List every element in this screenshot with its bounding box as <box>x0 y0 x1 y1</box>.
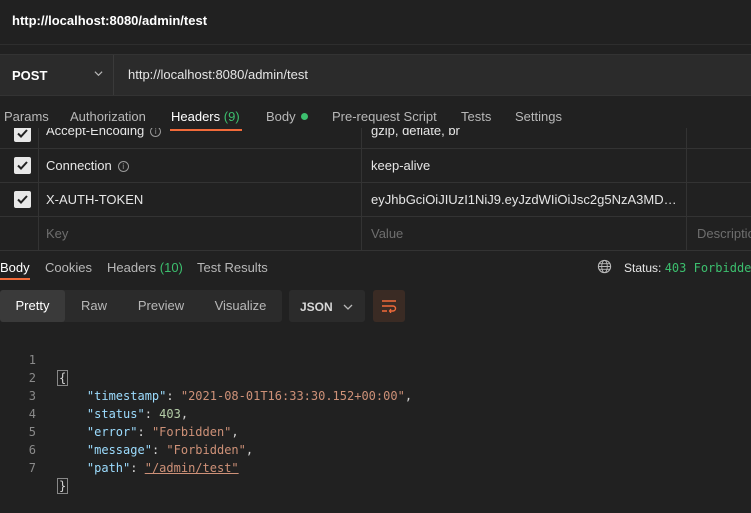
tab-body-label: Body <box>266 109 296 124</box>
header-row: X-AUTH-TOKEN eyJhbGciOiJIUzI1NiJ9.eyJzdW… <box>0 183 751 217</box>
chevron-down-icon <box>343 304 353 310</box>
json-link-value[interactable]: "/admin/test" <box>145 461 239 475</box>
response-tab-cookies[interactable]: Cookies <box>45 260 92 275</box>
globe-icon[interactable] <box>597 259 612 274</box>
code-line: 1 { <box>0 333 751 386</box>
method-select[interactable]: POST <box>0 55 114 95</box>
header-key-text: Connection <box>46 158 112 173</box>
response-tab-headers-label: Headers <box>107 260 157 275</box>
column-divider <box>686 183 687 216</box>
checkmark-icon <box>17 195 28 204</box>
tab-headers[interactable]: Headers (9) <box>171 109 240 124</box>
status-code[interactable]: 403 Forbidden <box>665 261 751 275</box>
status-label: Status: <box>624 261 662 275</box>
column-divider <box>361 183 362 216</box>
response-tab-body[interactable]: Body <box>0 260 30 275</box>
body-indicator-dot <box>300 113 308 120</box>
column-divider <box>686 217 687 250</box>
column-divider <box>686 149 687 182</box>
active-tab-underline <box>0 278 30 280</box>
checkmark-icon <box>17 129 28 138</box>
response-tab-headers[interactable]: Headers (10) <box>107 260 183 275</box>
method-label: POST <box>12 67 48 83</box>
response-view-bar: Pretty Raw Preview Visualize JSON <box>0 290 751 323</box>
response-tab-test-results[interactable]: Test Results <box>197 260 268 275</box>
tab-body[interactable]: Body <box>266 109 308 124</box>
header-checkbox[interactable] <box>14 157 31 174</box>
header-row-check-cell <box>0 128 39 148</box>
header-value[interactable]: keep-alive <box>371 158 683 173</box>
divider <box>0 44 751 45</box>
header-row-check-cell <box>0 217 39 250</box>
code-line: 6 "path": "/admin/test" <box>0 423 751 475</box>
checkmark-icon <box>17 161 28 170</box>
window-title: http://localhost:8080/admin/test <box>12 13 208 28</box>
response-tabs: Body Cookies Headers (10) Test Results S… <box>0 254 751 282</box>
close-brace: } <box>56 478 69 494</box>
tab-params[interactable]: Params <box>4 109 49 124</box>
info-icon[interactable]: i <box>150 128 162 137</box>
code-line: 3 "status": 403, <box>0 369 751 421</box>
code-line: 5 "message": "Forbidden", <box>0 405 751 457</box>
code-line: 7 } <box>0 441 751 494</box>
chevron-down-icon <box>94 71 103 77</box>
view-raw-button[interactable]: Raw <box>65 290 123 322</box>
wrap-text-icon <box>382 300 397 313</box>
header-key[interactable]: Connection i <box>46 158 129 173</box>
tab-headers-count: (9) <box>223 109 240 124</box>
response-status: Status: 403 Forbidden <box>624 261 751 275</box>
response-tab-headers-count: (10) <box>159 260 183 275</box>
column-divider <box>361 217 362 250</box>
wrap-lines-button[interactable] <box>373 290 405 322</box>
tab-headers-label: Headers <box>171 109 221 124</box>
view-preview-button[interactable]: Preview <box>123 290 199 322</box>
response-body-editor[interactable]: 1 { 2 "timestamp": "2021-08-01T16:33:30.… <box>0 332 751 494</box>
header-checkbox[interactable] <box>14 128 31 142</box>
code-line: 2 "timestamp": "2021-08-01T16:33:30.152+… <box>0 351 751 403</box>
view-mode-segmented: Pretty Raw Preview Visualize <box>0 290 282 322</box>
tab-prerequest[interactable]: Pre-request Script <box>332 109 437 124</box>
header-checkbox[interactable] <box>14 191 31 208</box>
header-row: Connection i keep-alive <box>0 149 751 183</box>
header-row: Accept-Encoding i gzip, deflate, br <box>0 128 751 149</box>
view-pretty-button[interactable]: Pretty <box>0 290 65 322</box>
tab-authorization[interactable]: Authorization <box>70 109 146 124</box>
header-value[interactable]: gzip, deflate, br <box>371 128 683 138</box>
json-key: "path" <box>86 461 131 475</box>
header-row-check-cell <box>0 183 39 216</box>
column-divider <box>361 149 362 182</box>
value-input[interactable]: Value <box>371 226 683 241</box>
key-input[interactable]: Key <box>46 226 68 241</box>
tab-settings[interactable]: Settings <box>515 109 562 124</box>
format-label: JSON <box>300 300 333 314</box>
header-key[interactable]: Accept-Encoding i <box>46 128 162 138</box>
divider <box>0 250 751 251</box>
info-icon[interactable]: i <box>117 161 129 172</box>
column-divider <box>686 128 687 148</box>
line-number: 7 <box>28 461 36 475</box>
header-value[interactable]: eyJhbGciOiJIUzI1NiJ9.eyJzdWIiOiJsc2g5NzA… <box>371 192 683 207</box>
request-bar: POST http://localhost:8080/admin/test <box>0 54 751 96</box>
url-input[interactable]: http://localhost:8080/admin/test <box>128 67 308 82</box>
header-key[interactable]: X-AUTH-TOKEN <box>46 192 143 207</box>
header-row-new: Key Value Description <box>0 217 751 250</box>
tab-tests[interactable]: Tests <box>461 109 491 124</box>
description-input[interactable]: Description <box>697 226 751 241</box>
header-key-text: Accept-Encoding <box>46 128 145 138</box>
column-divider <box>361 128 362 148</box>
code-line: 4 "error": "Forbidden", <box>0 387 751 439</box>
headers-table: Accept-Encoding i gzip, deflate, br Conne… <box>0 128 751 250</box>
header-row-check-cell <box>0 149 39 182</box>
format-select[interactable]: JSON <box>289 290 365 322</box>
view-visualize-button[interactable]: Visualize <box>199 290 282 322</box>
